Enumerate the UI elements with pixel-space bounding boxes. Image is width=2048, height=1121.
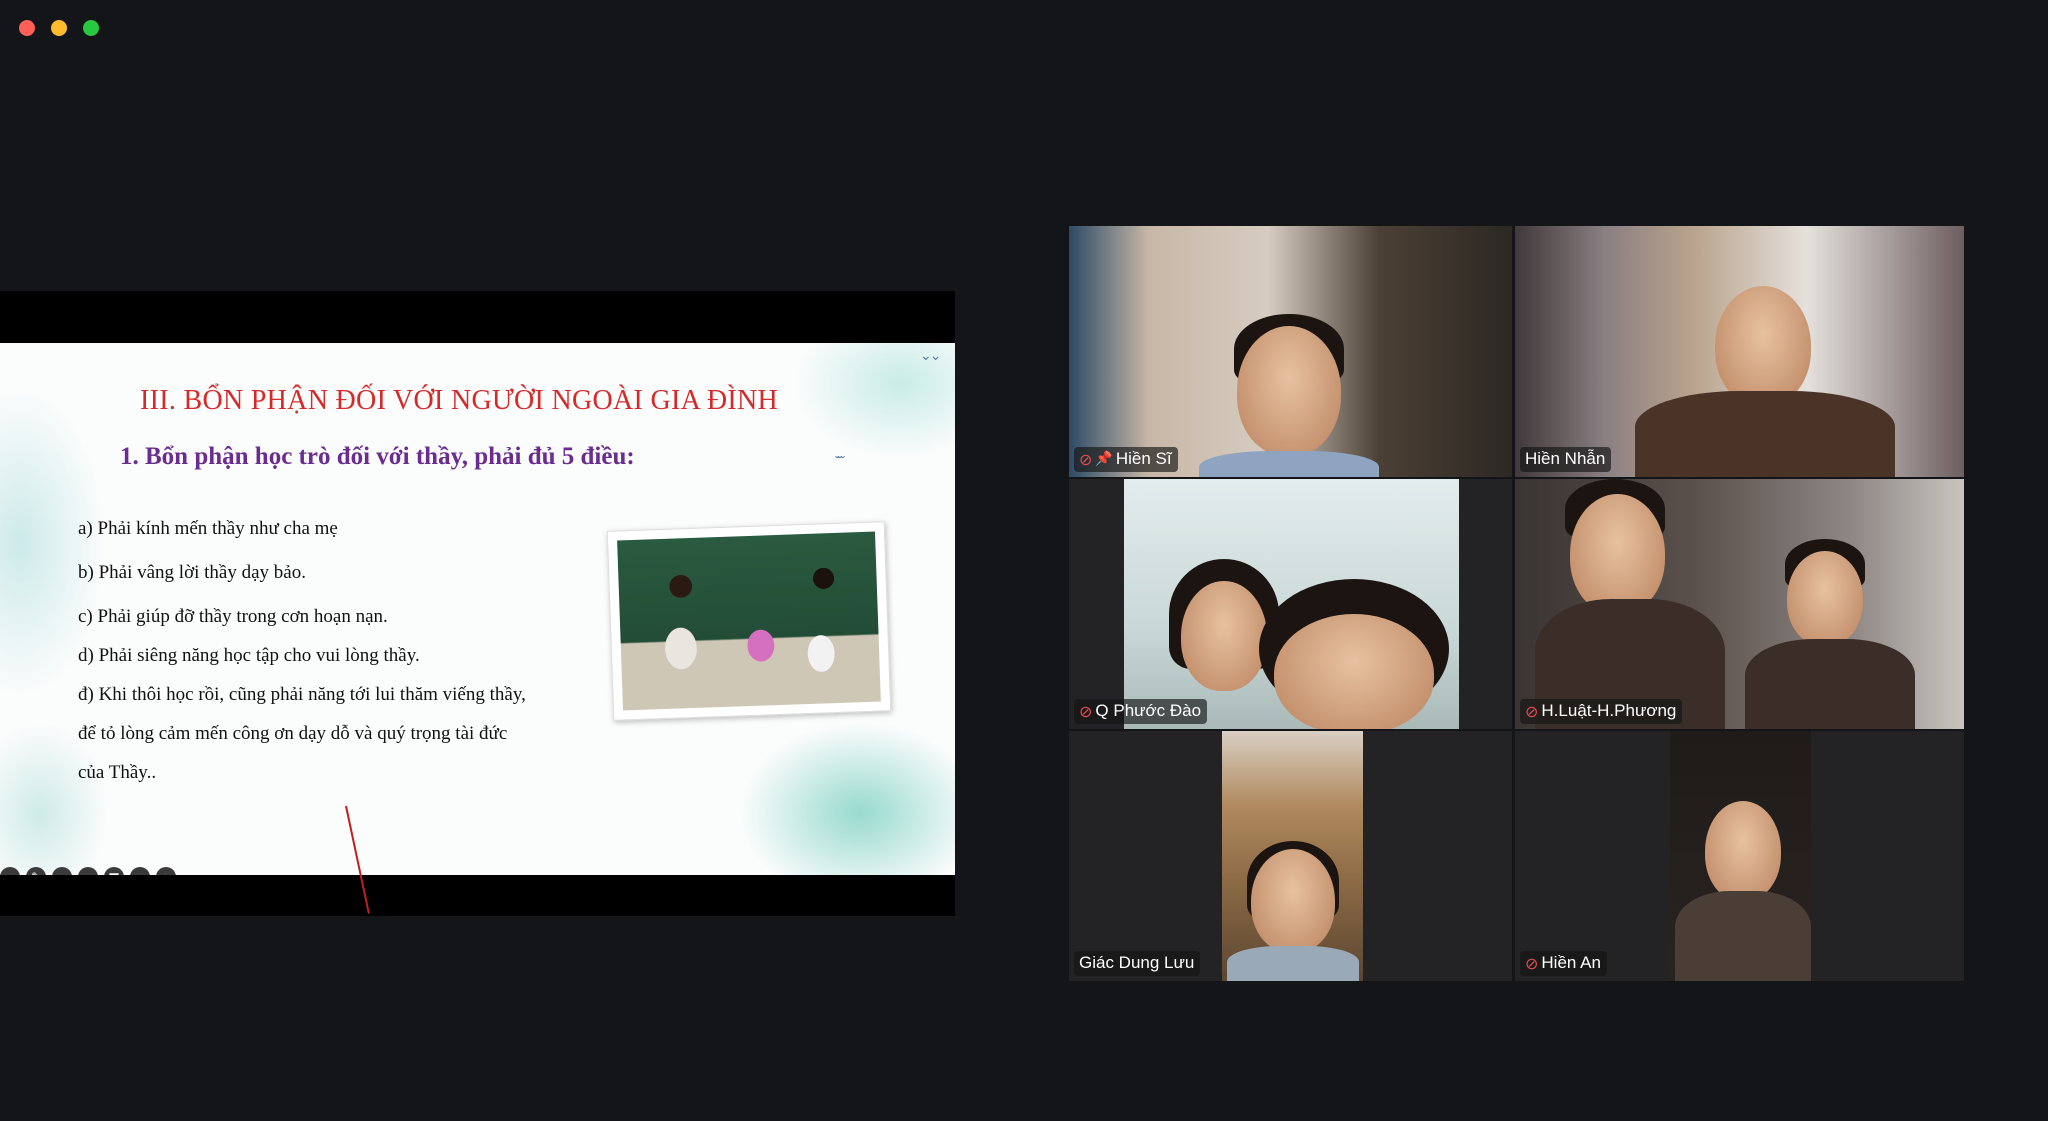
mic-muted-icon: ⊘ xyxy=(1525,701,1539,721)
close-window-button[interactable] xyxy=(19,20,35,36)
birds-decoration-icon: ⌄⌄ xyxy=(920,347,942,363)
pin-icon: 📌 xyxy=(1095,451,1113,467)
participant-tile-h-luat-h-phuong[interactable]: ⊘ H.Luật-H.Phương xyxy=(1515,479,1964,729)
arrow-left-icon[interactable]: ‹ xyxy=(0,867,20,875)
participant-name-label: Giác Dung Lưu xyxy=(1074,951,1201,976)
arrow-right-icon[interactable]: › xyxy=(156,867,176,875)
slide-title: III. BỔN PHẬN ĐỐI VỚI NGƯỜI NGOÀI GIA ĐÌ… xyxy=(140,385,779,416)
list-item: đ) Khi thôi học rồi, cũng phải năng tới … xyxy=(78,684,526,705)
more-icon[interactable]: ⋯ xyxy=(130,867,150,875)
mic-muted-icon: ⊘ xyxy=(1079,701,1093,721)
participant-name-label: ⊘ Q Phước Đào xyxy=(1074,699,1208,724)
mic-muted-icon: ⊘ xyxy=(1079,449,1093,469)
participant-tile-hien-nhan[interactable]: Hiền Nhẫn xyxy=(1515,226,1964,477)
participant-tile-hien-si[interactable]: ⊘ 📌 Hiền Sĩ xyxy=(1069,226,1512,477)
slide-subtitle: 1. Bổn phận học trò đối với thầy, phải đ… xyxy=(120,443,635,470)
minimize-window-button[interactable] xyxy=(51,20,67,36)
list-item: b) Phải vâng lời thầy dạy bảo. xyxy=(78,562,306,583)
maximize-window-button[interactable] xyxy=(83,20,99,36)
list-item: để tỏ lòng cảm mến công ơn dạy dỗ và quý… xyxy=(78,723,508,744)
list-item: a) Phải kính mến thầy như cha mẹ xyxy=(78,518,338,539)
participant-name-label: ⊘ 📌 Hiền Sĩ xyxy=(1074,447,1178,472)
zoom-icon[interactable]: ⌕ xyxy=(52,867,72,875)
presentation-toolbar: ‹ ✎ ⌕ ▭ ■ ⋯ › xyxy=(0,867,176,875)
participant-name-label: Hiền Nhẫn xyxy=(1520,447,1612,472)
participant-tile-hien-an[interactable]: ⊘ Hiền An xyxy=(1515,731,1964,981)
captions-icon[interactable]: ▭ xyxy=(78,867,98,875)
list-item: d) Phải siêng năng học tập cho vui lòng … xyxy=(78,645,420,666)
pen-icon[interactable]: ✎ xyxy=(26,867,46,875)
participant-name-label: ⊘ Hiền An xyxy=(1520,951,1607,976)
slide-photo xyxy=(606,521,892,721)
list-item: c) Phải giúp đỡ thầy trong cơn hoạn nạn. xyxy=(78,606,388,627)
participant-name-label: ⊘ H.Luật-H.Phương xyxy=(1520,699,1683,724)
list-item: của Thầy.. xyxy=(78,762,157,783)
video-icon[interactable]: ■ xyxy=(104,867,124,875)
participant-tile-q-phuoc-dao[interactable]: ⊘ Q Phước Đào xyxy=(1069,479,1512,729)
presentation-slide: ⌄⌄ ˇ˘ˇ III. BỔN PHẬN ĐỐI VỚI NGƯỜI NGOÀI… xyxy=(0,343,955,875)
window-controls xyxy=(19,20,99,36)
mic-muted-icon: ⊘ xyxy=(1525,953,1539,973)
birds-decoration-icon: ˇ˘ˇ xyxy=(835,453,845,469)
shared-screen[interactable]: ⌄⌄ ˇ˘ˇ III. BỔN PHẬN ĐỐI VỚI NGƯỜI NGOÀI… xyxy=(0,291,955,916)
participant-tile-giac-dung-luu[interactable]: Giác Dung Lưu xyxy=(1069,731,1512,981)
